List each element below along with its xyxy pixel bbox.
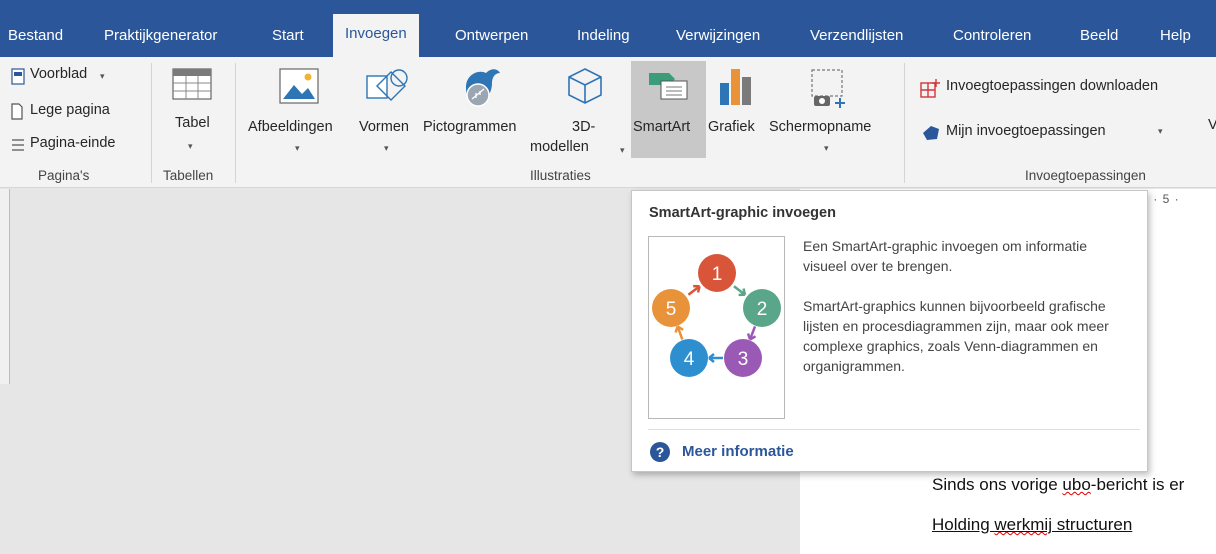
chevron-down-icon: ▾: [824, 143, 829, 153]
chart-label: Grafiek: [708, 119, 755, 135]
tab-praktijkgenerator[interactable]: Praktijkgenerator: [104, 14, 217, 57]
cover-page-label: Voorblad: [30, 66, 88, 82]
cycle-diagram-icon: 1 2 3 4 5: [652, 254, 781, 377]
chevron-down-icon: ▾: [188, 141, 193, 151]
page-break-label: Pagina-einde: [30, 135, 116, 151]
store-icon: [920, 79, 940, 98]
3d-models-label-1: 3D-: [572, 119, 596, 135]
smartart-label: SmartArt: [633, 119, 691, 135]
text-run: -bericht is er: [1090, 475, 1185, 494]
blank-page-button[interactable]: Lege pagina: [8, 101, 138, 125]
page-break-icon: [12, 139, 24, 151]
cover-page-icon: [11, 68, 25, 85]
smartart-button[interactable]: SmartArt: [631, 61, 706, 158]
my-addins-button[interactable]: Mijn invoegtoepassingen ▾: [918, 119, 1188, 145]
tooltip-desc-1: Een SmartArt-graphic invoegen om informa…: [803, 238, 1088, 274]
screenshot-label: Schermopname: [769, 119, 872, 135]
tab-help[interactable]: Help: [1160, 14, 1191, 57]
icons-button[interactable]: Pictogrammen: [420, 63, 542, 161]
3d-models-label-2: modellen: [530, 139, 589, 155]
cube-icon: [568, 68, 602, 104]
blank-page-label: Lege pagina: [30, 102, 110, 118]
chevron-down-icon: ▾: [1158, 126, 1163, 136]
tab-bestand[interactable]: Bestand: [8, 14, 63, 57]
tab-ontwerpen[interactable]: Ontwerpen: [455, 14, 528, 57]
group-separator: [904, 63, 905, 183]
tab-beeld[interactable]: Beeld: [1080, 14, 1118, 57]
screenshot-icon: [811, 69, 845, 108]
my-addins-label: Mijn invoegtoepassingen: [946, 123, 1106, 139]
text-run: Holding: [932, 515, 995, 534]
pictogram-icon: [466, 69, 500, 107]
cycle-node-number: 5: [666, 299, 677, 320]
chevron-down-icon: ▾: [620, 145, 625, 155]
cycle-arrow: [733, 285, 747, 297]
shapes-icon: [366, 69, 408, 101]
tab-verzendlijsten[interactable]: Verzendlijsten: [810, 14, 903, 57]
document-line-2: Holding werkmij structuren: [932, 515, 1132, 535]
group-label-pages: Pagina's: [38, 168, 90, 183]
chevron-down-icon: ▾: [384, 143, 389, 153]
blank-page-icon: [11, 103, 23, 120]
pictures-label: Afbeeldingen: [248, 119, 333, 135]
bar-chart-icon: [720, 69, 751, 105]
shapes-button[interactable]: Vormen ▾: [356, 63, 418, 161]
cycle-node-number: 1: [712, 264, 723, 285]
pictures-button[interactable]: Afbeeldingen ▾: [246, 63, 354, 161]
group-separator: [151, 63, 152, 183]
smartart-preview-image: 1 2 3 4 5: [648, 236, 785, 419]
cycle-arrow: [687, 284, 701, 296]
smartart-tooltip: SmartArt-graphic invoegen 1 2 3 4 5 Een Smar…: [631, 190, 1148, 472]
tooltip-title: SmartArt-graphic invoegen: [649, 205, 836, 221]
screenshot-button[interactable]: Schermopname ▾: [766, 63, 892, 161]
tooltip-divider: [648, 429, 1140, 430]
text-run: structuren: [1051, 515, 1133, 534]
tab-start[interactable]: Start: [272, 14, 304, 57]
document-line-1: Sinds ons vorige ubo-bericht is er: [932, 475, 1184, 495]
spelling-error[interactable]: ubo: [1062, 475, 1090, 494]
group-label-illustrations: Illustraties: [530, 168, 591, 183]
group-separator: [235, 63, 236, 183]
chevron-down-icon: ▾: [100, 71, 105, 81]
page-break-button[interactable]: Pagina-einde: [8, 133, 138, 157]
tooltip-desc-2: SmartArt-graphics kunnen bijvoorbeeld gr…: [803, 298, 1109, 374]
3d-models-button[interactable]: 3D- modellen ▾: [530, 63, 628, 161]
help-icon[interactable]: ?: [650, 442, 670, 462]
table-label: Tabel: [175, 115, 210, 131]
tab-controleren[interactable]: Controleren: [953, 14, 1031, 57]
spelling-error[interactable]: werkmij: [994, 515, 1052, 534]
chart-button[interactable]: Grafiek: [708, 63, 764, 161]
ribbon: Voorblad ▾ Lege pagina Pagina-einde Pagi…: [0, 57, 1216, 188]
addins-icon: [923, 126, 939, 140]
text-run: Sinds ons vorige: [932, 475, 1063, 494]
table-button[interactable]: Tabel ▾: [160, 63, 226, 161]
get-addins-label: Invoegtoepassingen downloaden: [946, 78, 1159, 94]
vertical-ruler: [0, 189, 10, 384]
icons-label: Pictogrammen: [423, 119, 517, 135]
tooltip-description: Een SmartArt-graphic invoegen om informa…: [803, 236, 1133, 396]
chevron-down-icon: ▾: [295, 143, 300, 153]
get-addins-button[interactable]: Invoegtoepassingen downloaden: [918, 75, 1208, 101]
smartart-icon: [649, 73, 688, 100]
cover-page-button[interactable]: Voorblad ▾: [8, 65, 138, 89]
picture-icon: [279, 68, 319, 104]
cycle-arrow: [746, 326, 757, 341]
more-info-link[interactable]: Meer informatie: [682, 443, 794, 460]
tab-invoegen[interactable]: Invoegen: [333, 14, 419, 57]
tab-indeling[interactable]: Indeling: [577, 14, 630, 57]
cycle-node-number: 4: [684, 349, 695, 370]
cycle-arrow: [674, 325, 684, 341]
shapes-label: Vormen: [359, 119, 409, 135]
cycle-arrow: [708, 353, 723, 363]
cycle-node-number: 3: [738, 349, 749, 370]
tab-verwijzingen[interactable]: Verwijzingen: [676, 14, 760, 57]
table-icon: [172, 68, 212, 100]
cycle-node-number: 2: [757, 299, 768, 320]
ribbon-tab-bar: Bestand Praktijkgenerator Start Invoegen…: [0, 0, 1216, 57]
group-label-addins: Invoegtoepassingen: [1025, 168, 1146, 183]
group-label-tables: Tabellen: [163, 168, 214, 183]
overflow-group-label: V: [1208, 117, 1216, 133]
